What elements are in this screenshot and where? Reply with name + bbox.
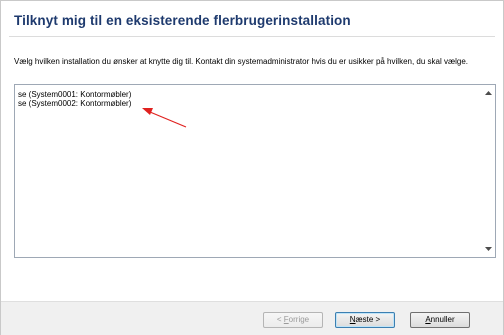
instruction-text: Vælg hvilken installation du ønsker at k…: [14, 57, 468, 66]
installation-list[interactable]: se (System0001: Kontormøbler) se (System…: [14, 84, 496, 258]
dialog-title: Tilknyt mig til en eksisterende flerbrug…: [14, 13, 351, 28]
back-label-pre: <: [276, 315, 284, 324]
scroll-up-icon[interactable]: [482, 87, 495, 99]
title-divider: [9, 36, 495, 37]
next-label-post: æste >: [355, 315, 381, 324]
back-button[interactable]: < Forrige: [263, 312, 323, 328]
back-label-post: orrige: [288, 315, 310, 324]
dialog-header: Tilknyt mig til en eksisterende flerbrug…: [1, 1, 503, 73]
dialog-window: Tilknyt mig til en eksisterende flerbrug…: [0, 0, 504, 335]
installation-item[interactable]: se (System0002: Kontormøbler): [18, 99, 131, 108]
next-button[interactable]: Næste >: [335, 312, 395, 328]
installation-item[interactable]: se (System0001: Kontormøbler): [18, 90, 131, 99]
scroll-down-icon[interactable]: [482, 243, 495, 255]
cancel-label-post: nnuller: [430, 315, 455, 324]
list-scrollbar[interactable]: [482, 85, 495, 257]
cancel-button[interactable]: Annuller: [410, 312, 470, 328]
button-bar: < Forrige Næste > Annuller: [1, 301, 503, 335]
